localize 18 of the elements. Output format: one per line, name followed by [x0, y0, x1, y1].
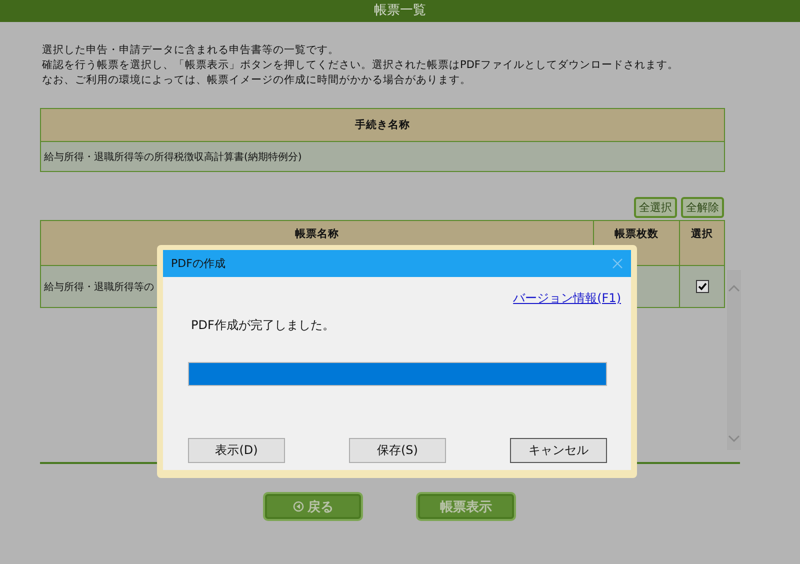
intro-text: 選択した申告・申請データに含まれる申告書等の一覧です。 — [42, 43, 340, 58]
dialog-button[interactable]: 保存(S) — [349, 438, 446, 463]
scroll-down-icon[interactable] — [728, 435, 740, 443]
scroll-up-icon[interactable] — [728, 284, 740, 292]
status-message: PDF作成が完了しました。 — [191, 317, 334, 334]
page-title: 帳票一覧 — [0, 0, 800, 22]
select-button[interactable]: 全解除 — [681, 197, 724, 218]
dialog-button[interactable]: キャンセル — [510, 438, 607, 463]
column-header: 選択 — [680, 220, 724, 266]
table-cell: 給与所得・退職所得等の所得税徴収高計算書(納期特例分) — [40, 142, 724, 172]
close-icon[interactable] — [612, 258, 623, 269]
scrollbar[interactable] — [727, 270, 741, 450]
select-button[interactable]: 全選択 — [634, 197, 677, 218]
column-header: 手続き名称 — [40, 108, 724, 142]
checkbox[interactable] — [696, 280, 708, 293]
dialog-button[interactable]: 表示(D) — [188, 438, 285, 463]
intro-text: なお、ご利用の環境によっては、帳票イメージの作成に時間がかかる場合があります。 — [42, 73, 472, 88]
intro-text: 確認を行う帳票を選択し、「帳票表示」ボタンを押してください。選択された帳票はPDFファイルとしてダウンロードされます。 — [42, 58, 680, 73]
